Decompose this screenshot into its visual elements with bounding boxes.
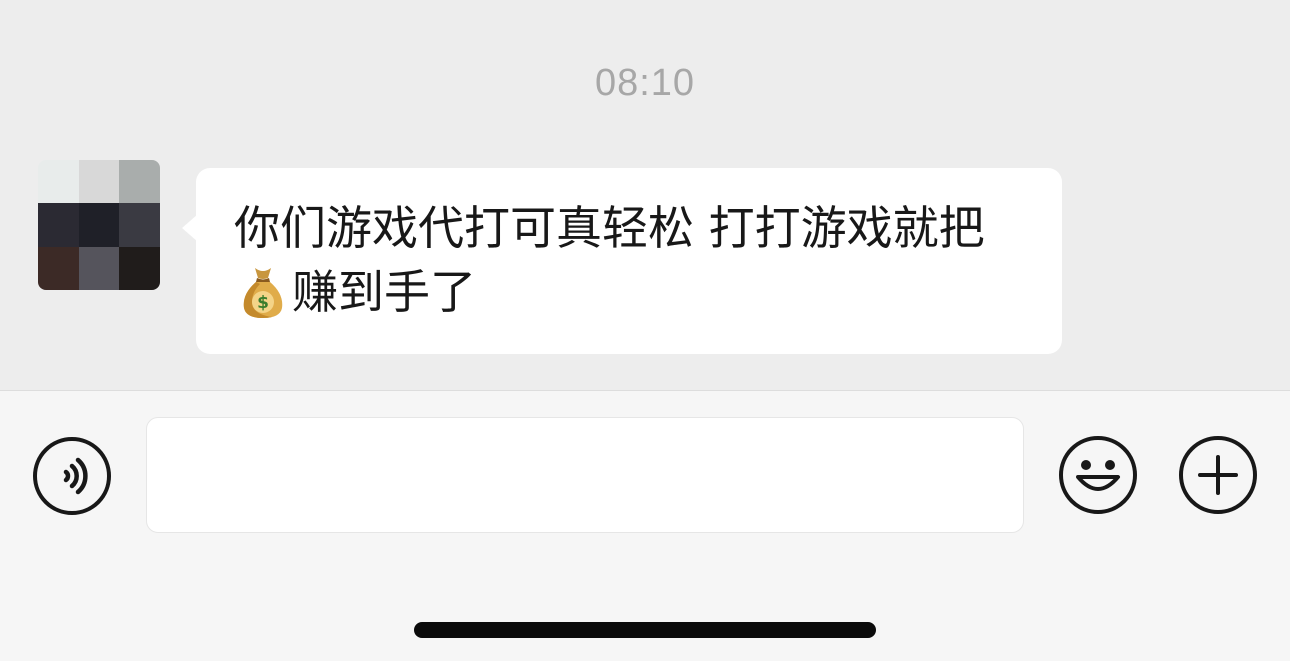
emoji-icon <box>1059 436 1137 514</box>
plus-icon <box>1179 436 1257 514</box>
message-text-part: 赚到手了 <box>292 265 476 319</box>
svg-text:$: $ <box>257 293 269 313</box>
avatar-pixel <box>38 203 79 247</box>
message-bubble[interactable]: 你们游戏代打可真轻松 打打游戏就把 $ 赚到手了 <box>182 168 1062 354</box>
avatar-pixel <box>78 160 120 204</box>
home-indicator[interactable] <box>414 622 876 638</box>
avatar-pixel <box>119 203 160 247</box>
chat-area: 08:10 你们游戏代打可真轻松 打打游戏就把 $ 赚到手了 <box>0 0 1290 390</box>
message-timestamp: 08:10 <box>594 62 696 104</box>
message-text: 你们游戏代打可真轻松 打打游戏就把 $ 赚到手了 <box>234 196 1026 324</box>
avatar-pixel <box>119 246 160 290</box>
avatar-pixel <box>78 246 120 290</box>
voice-icon <box>33 437 111 515</box>
message-text-part: 你们游戏代打可真轻松 打打游戏就把 <box>234 201 985 255</box>
emoji-button[interactable] <box>1058 435 1138 515</box>
message-input[interactable] <box>146 417 1024 533</box>
input-bar <box>0 390 1290 661</box>
avatar-pixel <box>38 246 79 290</box>
voice-button[interactable] <box>32 436 112 516</box>
more-button[interactable] <box>1178 435 1258 515</box>
avatar-pixel <box>78 203 120 247</box>
money-bag-icon: $ <box>243 267 283 318</box>
avatar-pixel <box>119 160 160 204</box>
avatar[interactable] <box>38 160 160 290</box>
avatar-pixel <box>38 160 79 204</box>
